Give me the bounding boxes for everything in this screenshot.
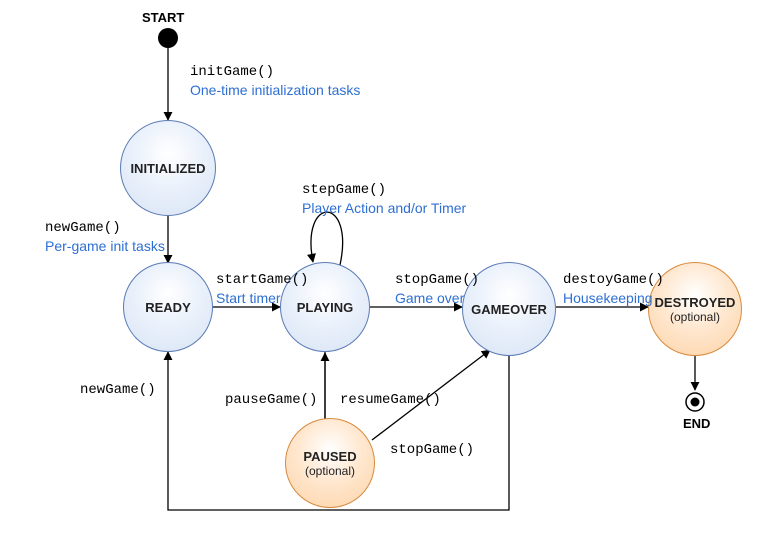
transition-init-method: initGame(): [190, 64, 274, 80]
state-initialized: INITIALIZED: [120, 120, 216, 216]
transition-stop2-method: stopGame(): [390, 442, 474, 458]
transition-resume: resumeGame(): [340, 390, 441, 410]
transition-start-desc: Start timer: [216, 290, 281, 306]
transition-step-desc: Player Action and/or Timer: [302, 200, 466, 216]
state-destroyed-label: DESTROYED: [655, 295, 736, 310]
transition-step: stepGame() Player Action and/or Timer: [302, 180, 466, 217]
transition-stop-desc: Game over: [395, 290, 464, 306]
transition-start-method: startGame(): [216, 272, 308, 288]
transition-init-desc: One-time initialization tasks: [190, 82, 360, 98]
transition-stop-method: stopGame(): [395, 272, 479, 288]
state-paused-sub: (optional): [305, 464, 355, 478]
end-label: END: [683, 416, 710, 431]
transition-pause-method: pauseGame(): [225, 392, 317, 408]
state-paused-label: PAUSED: [303, 449, 356, 464]
transition-start: startGame() Start timer: [216, 270, 308, 307]
transition-resume-method: resumeGame(): [340, 392, 441, 408]
transition-destroy-method: destoyGame(): [563, 272, 664, 288]
start-label: START: [142, 10, 184, 25]
transition-newgame: newGame() Per-game init tasks: [45, 218, 165, 255]
transition-init: initGame() One-time initialization tasks: [190, 62, 360, 99]
transition-newgame-desc: Per-game init tasks: [45, 238, 165, 254]
transition-newgame2: newGame(): [80, 380, 156, 400]
state-gameover-label: GAMEOVER: [471, 302, 547, 317]
state-paused: PAUSED (optional): [285, 418, 375, 508]
transition-stop: stopGame() Game over: [395, 270, 479, 307]
transition-stop2: stopGame(): [390, 440, 474, 460]
transition-pause: pauseGame(): [225, 390, 317, 410]
state-destroyed-sub: (optional): [670, 310, 720, 324]
state-ready: READY: [123, 262, 213, 352]
state-initialized-label: INITIALIZED: [130, 161, 205, 176]
transition-step-method: stepGame(): [302, 182, 386, 198]
transition-newgame-method: newGame(): [45, 220, 121, 236]
transition-newgame2-method: newGame(): [80, 382, 156, 398]
transitions-layer: [0, 0, 782, 542]
state-ready-label: READY: [145, 300, 191, 315]
transition-destroy-desc: Housekeeping: [563, 290, 653, 306]
transition-destroy: destoyGame() Housekeeping: [563, 270, 664, 307]
